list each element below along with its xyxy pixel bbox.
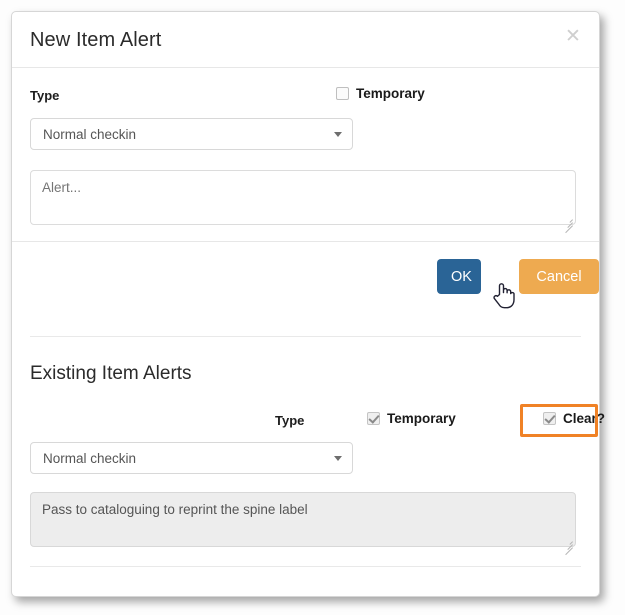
section-divider-top <box>30 336 581 337</box>
modal-footer: OK Cancel <box>12 241 599 311</box>
temporary-checkbox-existing[interactable]: Temporary <box>367 411 456 426</box>
chevron-down-icon <box>334 132 342 137</box>
item-alert-modal: New Item Alert ✕ Type Temporary Normal c… <box>11 11 605 597</box>
alert-textarea[interactable] <box>30 170 576 225</box>
type-select-value: Normal checkin <box>43 126 137 142</box>
close-icon[interactable]: ✕ <box>562 26 584 48</box>
alert-textarea-wrap <box>30 170 576 234</box>
temporary-label: Temporary <box>356 86 425 101</box>
screen: New Item Alert ✕ Type Temporary Normal c… <box>0 0 625 615</box>
type-label: Type <box>30 88 60 103</box>
checkbox-icon[interactable] <box>543 412 556 425</box>
clear-label: Clear? <box>563 411 606 426</box>
type-select-existing[interactable]: Normal checkin <box>30 442 353 474</box>
section-divider-bottom <box>30 566 581 567</box>
new-alert-label-row: Type Temporary <box>30 86 581 110</box>
new-alert-body: Type Temporary Normal checkin <box>12 68 599 241</box>
existing-note-textarea[interactable] <box>30 492 576 547</box>
existing-type-label: Type <box>275 413 305 428</box>
chevron-down-icon <box>334 456 342 461</box>
modal-header: New Item Alert ✕ <box>12 12 599 68</box>
cancel-button[interactable]: Cancel <box>519 259 599 294</box>
existing-type-select-value: Normal checkin <box>43 450 137 466</box>
clear-checkbox-existing[interactable]: Clear? <box>543 411 605 426</box>
checkbox-icon[interactable] <box>367 412 380 425</box>
existing-type-select-wrap: Normal checkin <box>30 442 353 474</box>
checkbox-icon[interactable] <box>336 87 349 100</box>
existing-note-wrap <box>30 492 576 556</box>
ok-button[interactable]: OK <box>437 259 481 294</box>
existing-alert-label-row: Type Temporary Clear? <box>30 410 605 436</box>
page-title: New Item Alert <box>30 29 162 51</box>
type-select-new[interactable]: Normal checkin <box>30 118 353 150</box>
existing-temporary-label: Temporary <box>387 411 456 426</box>
existing-alerts-heading: Existing Item Alerts <box>30 363 192 384</box>
temporary-checkbox-new[interactable]: Temporary <box>336 86 425 101</box>
